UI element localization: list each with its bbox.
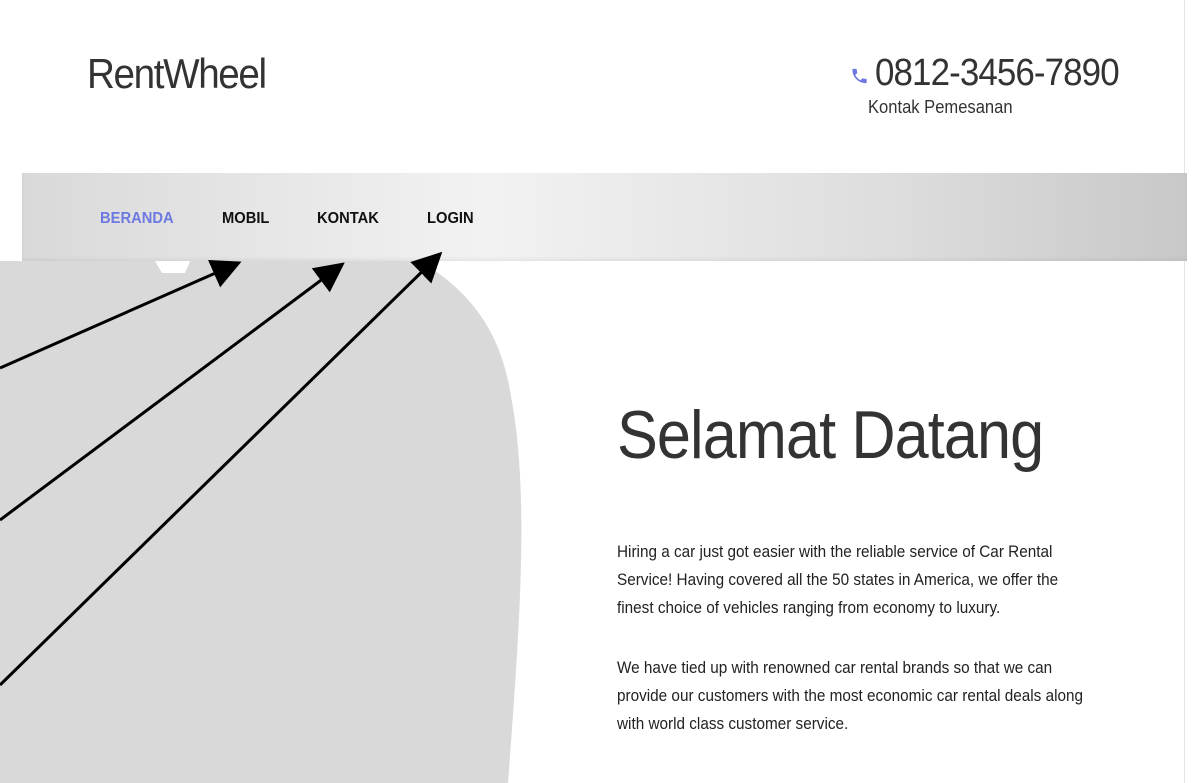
nav-item-mobil[interactable]: MOBIL: [222, 210, 269, 228]
header-contact: 0812-3456-7890 Kontak Pemesanan: [850, 52, 1140, 118]
main-navbar: BERANDA MOBIL KONTAK LOGIN: [22, 173, 1187, 261]
phone-row: 0812-3456-7890: [850, 52, 1140, 95]
nav-item-login[interactable]: LOGIN: [427, 210, 474, 228]
page-right-edge: [1184, 0, 1197, 783]
nav-item-beranda[interactable]: BERANDA: [100, 210, 174, 228]
hero-paragraph-1: Hiring a car just got easier with the re…: [617, 542, 1059, 617]
phone-number[interactable]: 0812-3456-7890: [875, 52, 1120, 95]
hero-title: Selamat Datang: [617, 397, 1044, 473]
hero-background-shape: [0, 261, 522, 783]
contact-label: Kontak Pemesanan: [868, 97, 1013, 117]
phone-icon: [852, 68, 867, 83]
nav-item-kontak[interactable]: KONTAK: [317, 210, 379, 228]
hero-paragraph-2: We have tied up with renowned car rental…: [617, 658, 1084, 733]
brand-logo[interactable]: RentWheel: [87, 50, 267, 98]
